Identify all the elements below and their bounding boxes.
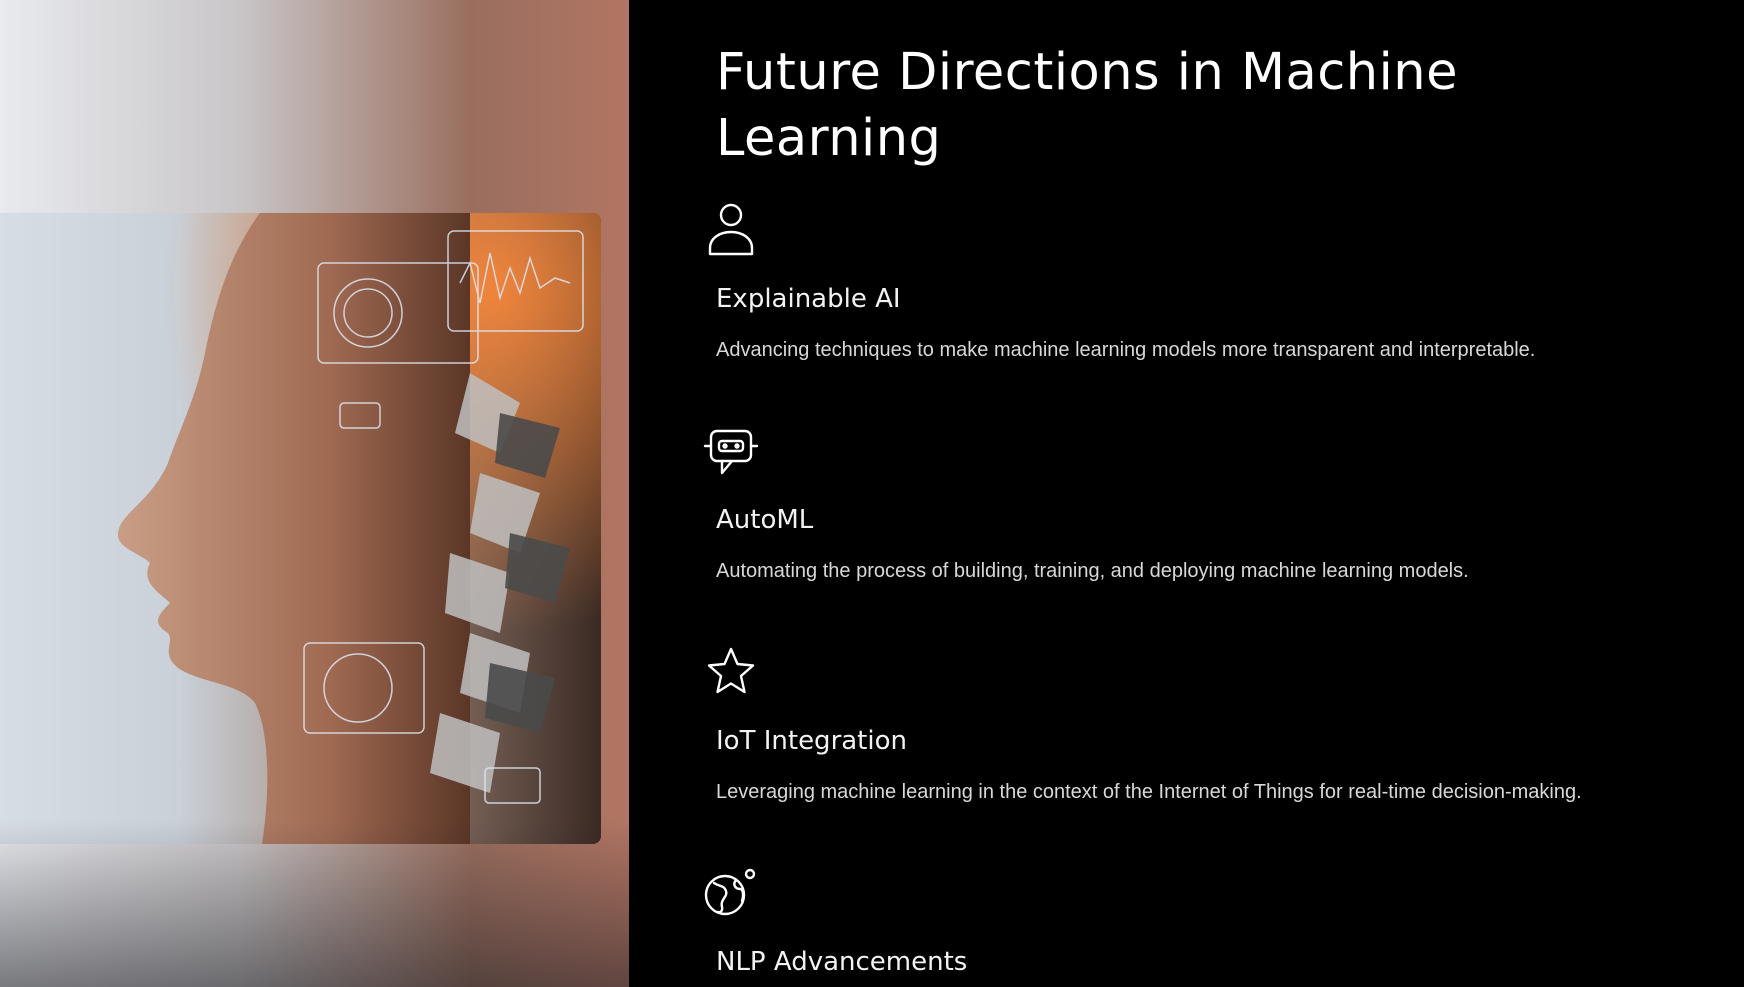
person-icon [700,198,762,260]
item-heading: Explainable AI [716,284,901,314]
slide-title: Future Directions in Machine Learning [716,43,1458,168]
profile-illustration [0,213,601,844]
item-heading: AutoML [716,505,814,535]
item-heading: IoT Integration [716,726,907,756]
star-icon [700,640,762,702]
item-heading: NLP Advancements [716,947,968,977]
item-description: Advancing techniques to make machine lea… [716,339,1536,361]
robot-chat-icon [700,419,762,481]
globe-icon [700,861,762,923]
item-description: Leveraging machine learning in the conte… [716,781,1582,803]
slide: Future Directions in Machine Learning Ex… [0,0,1744,987]
ai-profile-photo [0,213,601,844]
item-description: Automating the process of building, trai… [716,560,1469,582]
image-panel [0,0,629,987]
